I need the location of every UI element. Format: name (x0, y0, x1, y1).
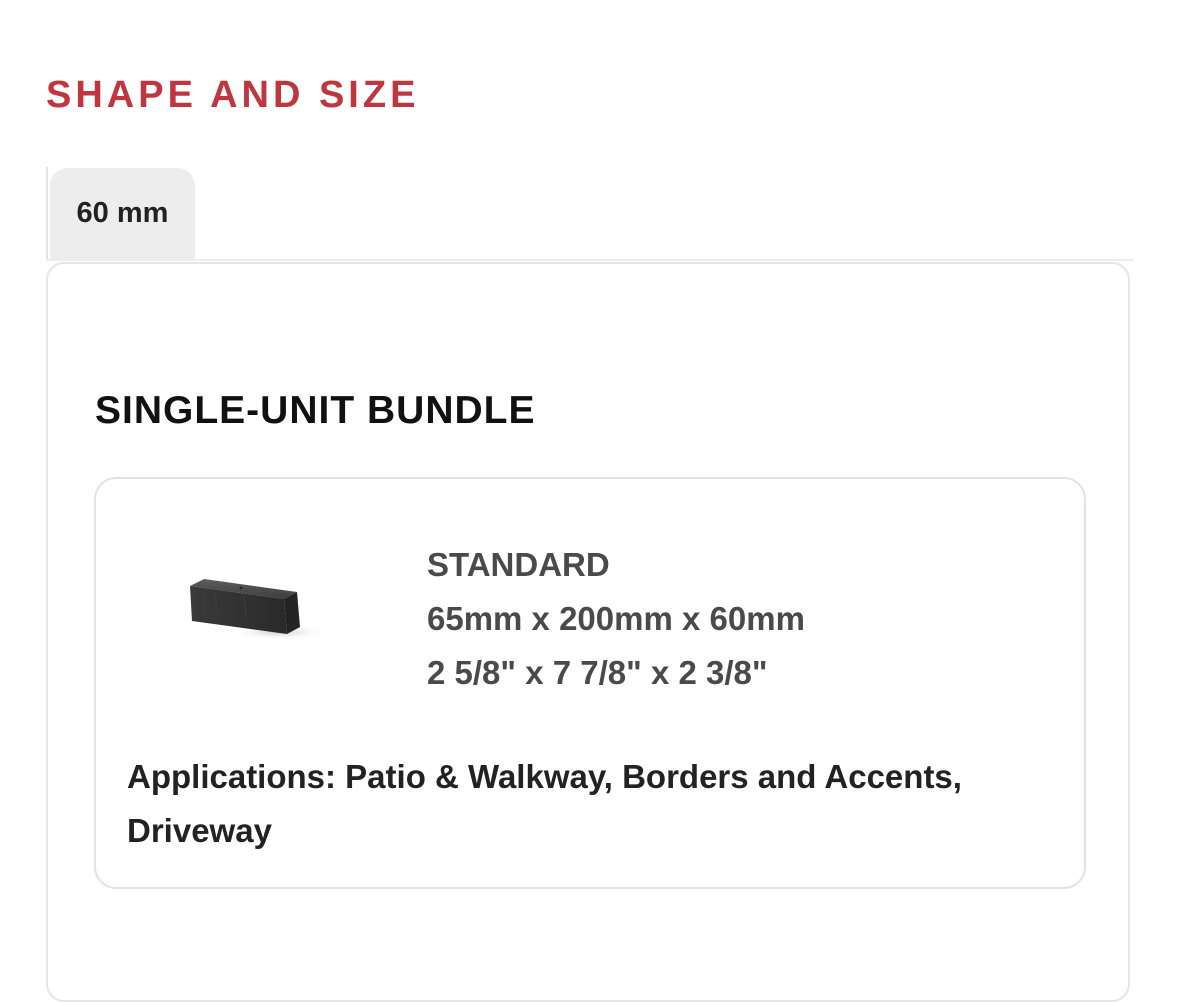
dimensions-imperial: 2 5/8" x 7 7/8" x 2 3/8" (427, 654, 768, 691)
tab-60mm[interactable]: 60 mm (50, 168, 195, 259)
applications-text: Applications: Patio & Walkway, Borders a… (127, 758, 962, 849)
bundle-heading: SINGLE-UNIT BUNDLE (95, 389, 536, 432)
paver-brick-image (190, 579, 329, 640)
section-title: SHAPE AND SIZE (46, 74, 420, 116)
product-card: STANDARD 65mm x 200mm x 60mm 2 5/8" x 7 … (94, 477, 1086, 889)
tab-panel: SINGLE-UNIT BUNDLE STANDARD 65mm x 200mm… (46, 262, 1130, 1002)
tab-divider (46, 167, 48, 259)
product-name: STANDARD (427, 546, 610, 583)
product-specs: STANDARD 65mm x 200mm x 60mm 2 5/8" x 7 … (427, 538, 805, 700)
tab-bar: 60 mm (46, 167, 1134, 261)
dimensions-metric: 65mm x 200mm x 60mm (427, 600, 805, 637)
